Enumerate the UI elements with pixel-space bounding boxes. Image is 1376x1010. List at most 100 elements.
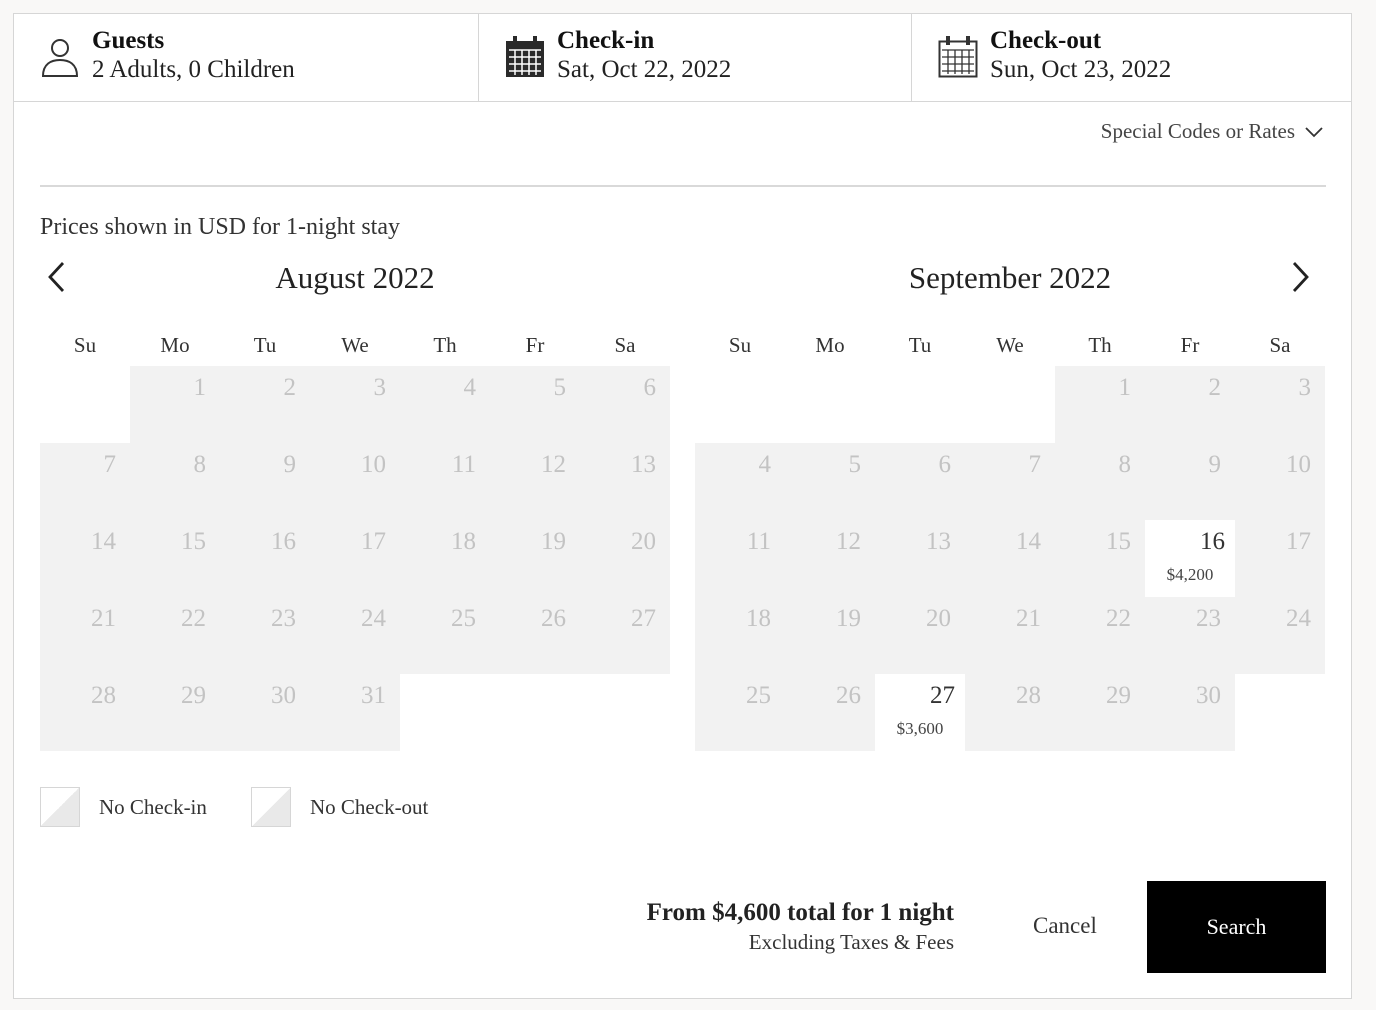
checkout-selector[interactable]: Check-out Sun, Oct 23, 2022 xyxy=(911,14,1351,101)
day-number: 13 xyxy=(631,451,656,478)
day-number: 7 xyxy=(1028,451,1042,478)
day-number: 10 xyxy=(1286,451,1311,478)
day-cell-disabled: 22 xyxy=(1055,597,1145,674)
day-cell-disabled: 11 xyxy=(695,520,785,597)
day-cell-disabled: 31 xyxy=(310,674,400,751)
day-number: 8 xyxy=(1118,451,1132,478)
day-number: 26 xyxy=(541,605,566,632)
day-cell-disabled: 14 xyxy=(40,520,130,597)
day-number: 19 xyxy=(836,605,861,632)
day-cell-disabled: 15 xyxy=(1055,520,1145,597)
day-cell-disabled: 13 xyxy=(875,520,965,597)
day-number: 13 xyxy=(926,528,951,555)
day-number: 22 xyxy=(181,605,206,632)
day-cell-disabled: 23 xyxy=(220,597,310,674)
day-number: 15 xyxy=(1106,528,1131,555)
day-cell-available[interactable]: 27 $3,600 xyxy=(875,674,965,751)
day-cell-available[interactable]: 16 $4,200 xyxy=(1145,520,1235,597)
day-cell-disabled: 29 xyxy=(130,674,220,751)
day-number: 5 xyxy=(553,374,567,401)
empty-cell xyxy=(695,366,785,443)
guests-value: 2 Adults, 0 Children xyxy=(92,56,295,83)
day-cell-disabled: 18 xyxy=(695,597,785,674)
day-number: 30 xyxy=(1196,682,1221,709)
legend-label: No Check-in xyxy=(99,794,207,819)
day-cell-disabled: 8 xyxy=(1055,443,1145,520)
day-number: 18 xyxy=(451,528,476,555)
day-number: 4 xyxy=(463,374,477,401)
day-cell-disabled: 9 xyxy=(220,443,310,520)
weekday-label: Fr xyxy=(525,333,545,357)
weekday-label: Mo xyxy=(160,333,190,357)
weekday-label: Sa xyxy=(1269,333,1291,357)
weekday-header: Su Mo Tu We Th Fr Sa xyxy=(40,326,670,366)
day-cell-disabled: 6 xyxy=(580,366,670,443)
day-cell-disabled: 17 xyxy=(310,520,400,597)
legend-no-checkin: No Check-in xyxy=(40,787,207,827)
day-grid: 1 2 3 4 5 6 7 8 9 10 11 12 13 14 15 16 17 18 19 20 21 22 23 24 2… xyxy=(40,366,670,751)
day-cell-disabled: 25 xyxy=(400,597,490,674)
day-number: 12 xyxy=(541,451,566,478)
guests-label: Guests xyxy=(92,27,165,54)
day-number: 23 xyxy=(271,605,296,632)
search-button[interactable]: Search xyxy=(1147,881,1326,973)
divider xyxy=(40,185,1326,187)
guests-selector[interactable]: Guests 2 Adults, 0 Children xyxy=(14,14,478,101)
day-cell-disabled: 21 xyxy=(40,597,130,674)
day-cell-disabled: 30 xyxy=(220,674,310,751)
booking-summary-bar: Guests 2 Adults, 0 Children Check-in Sat… xyxy=(14,14,1351,102)
day-cell-disabled: 12 xyxy=(490,443,580,520)
special-codes-toggle[interactable]: Special Codes or Rates xyxy=(1101,119,1323,144)
day-number: 6 xyxy=(938,451,952,478)
day-number: 14 xyxy=(1016,528,1041,555)
day-cell-disabled: 4 xyxy=(695,443,785,520)
day-cell-disabled: 12 xyxy=(785,520,875,597)
day-number: 22 xyxy=(1106,605,1131,632)
weekday-label: Th xyxy=(1088,333,1112,357)
legend-swatch xyxy=(40,787,80,827)
weekday-header: Su Mo Tu We Th Fr Sa xyxy=(695,326,1325,366)
day-cell-disabled: 24 xyxy=(1235,597,1325,674)
chevron-down-icon xyxy=(1305,126,1323,137)
weekday-label: Fr xyxy=(1180,333,1200,357)
day-cell-disabled: 27 xyxy=(580,597,670,674)
day-price: $3,600 xyxy=(896,719,944,738)
day-number: 21 xyxy=(91,605,116,632)
day-number: 10 xyxy=(361,451,386,478)
checkin-selector[interactable]: Check-in Sat, Oct 22, 2022 xyxy=(478,14,911,101)
day-number: 29 xyxy=(1106,682,1131,709)
empty-cell xyxy=(40,366,130,443)
day-cell-disabled: 3 xyxy=(1235,366,1325,443)
day-number: 7 xyxy=(103,451,117,478)
legend-no-checkout: No Check-out xyxy=(251,787,428,827)
day-number: 28 xyxy=(91,682,116,709)
day-cell-disabled: 10 xyxy=(310,443,400,520)
day-cell-disabled: 29 xyxy=(1055,674,1145,751)
day-cell-disabled: 5 xyxy=(490,366,580,443)
day-cell-disabled: 26 xyxy=(785,674,875,751)
day-cell-disabled: 9 xyxy=(1145,443,1235,520)
day-cell-disabled: 19 xyxy=(785,597,875,674)
day-number: 23 xyxy=(1196,605,1221,632)
day-number: 4 xyxy=(758,451,772,478)
cancel-button[interactable]: Cancel xyxy=(1033,913,1097,939)
day-price: $4,200 xyxy=(1166,565,1214,584)
day-number: 1 xyxy=(193,374,207,401)
day-cell-disabled: 10 xyxy=(1235,443,1325,520)
day-cell-disabled: 3 xyxy=(310,366,400,443)
calendar-icon xyxy=(506,36,544,77)
day-cell-disabled: 21 xyxy=(965,597,1055,674)
day-grid: 1 2 3 4 5 6 7 8 9 10 11 12 13 14 15 16 $4,200 17 18 19 20 21 2… xyxy=(695,366,1325,751)
day-number: 16 xyxy=(271,528,296,555)
day-number: 26 xyxy=(836,682,861,709)
calendar-icon xyxy=(938,36,978,78)
day-cell-disabled: 6 xyxy=(875,443,965,520)
weekday-label: Su xyxy=(728,333,752,357)
day-number: 3 xyxy=(373,374,387,401)
empty-cell xyxy=(965,366,1055,443)
legend-label: No Check-out xyxy=(310,794,429,819)
day-number: 20 xyxy=(631,528,656,555)
day-number: 8 xyxy=(193,451,207,478)
day-cell-disabled: 16 xyxy=(220,520,310,597)
calendar-august: Su Mo Tu We Th Fr Sa 1 2 3 4 5 6 7 8 9 10 11 12 13 14 15 16 17… xyxy=(40,326,670,751)
